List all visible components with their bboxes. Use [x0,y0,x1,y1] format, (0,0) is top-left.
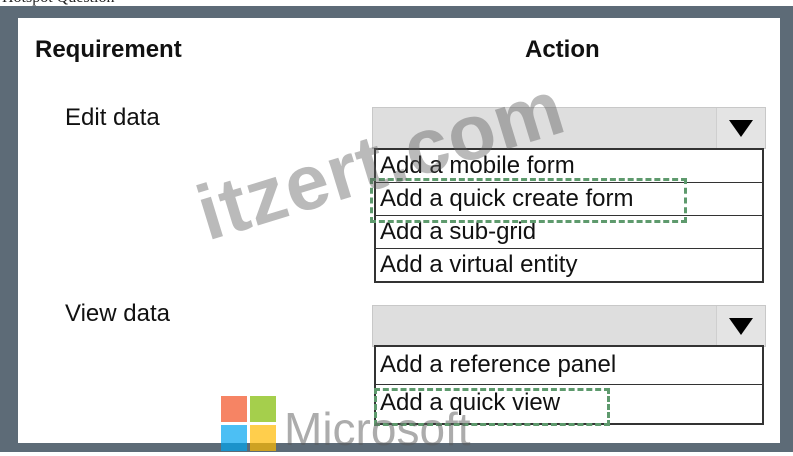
option-add-virtual-entity[interactable]: Add a virtual entity [376,249,762,282]
microsoft-logo-icon [221,396,277,452]
edit-data-dropdown[interactable] [372,107,766,149]
option-add-mobile-form[interactable]: Add a mobile form [376,150,762,183]
chevron-down-icon[interactable] [716,306,765,346]
hotspot-panel: Requirement Action Edit data Add a mobil… [18,18,780,455]
chevron-down-icon[interactable] [716,108,765,148]
requirement-edit-data: Edit data [65,104,160,131]
option-add-sub-grid[interactable]: Add a sub-grid [376,216,762,249]
edit-data-options: Add a mobile form Add a quick create for… [374,148,764,283]
question-frame: Requirement Action Edit data Add a mobil… [0,6,793,455]
option-add-quick-view[interactable]: Add a quick view [376,385,762,423]
option-add-reference-panel[interactable]: Add a reference panel [376,347,762,385]
view-data-dropdown[interactable] [372,305,766,347]
requirement-header: Requirement [35,36,182,63]
option-add-quick-create-form[interactable]: Add a quick create form [376,183,762,216]
requirement-view-data: View data [65,300,170,327]
action-header: Action [525,36,600,63]
view-data-options: Add a reference panel Add a quick view [374,345,764,425]
